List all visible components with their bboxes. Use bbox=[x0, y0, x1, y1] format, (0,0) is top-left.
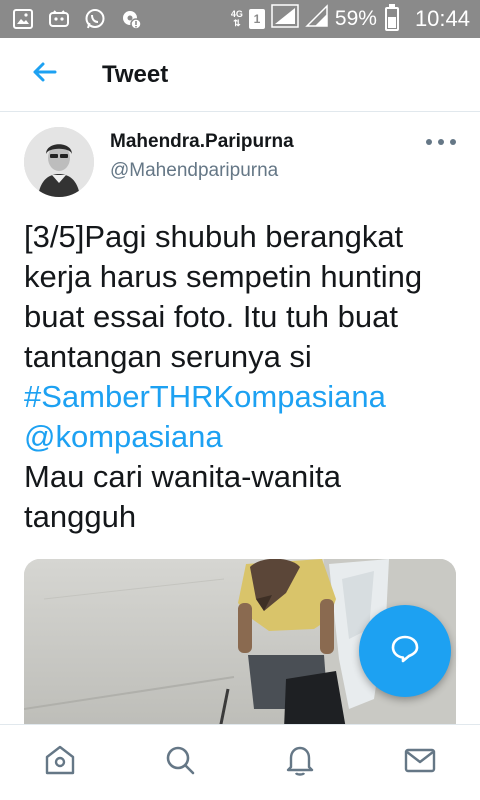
tweet-line: [3/5]Pagi shubuh berangkat bbox=[24, 219, 404, 254]
tweet-line: buat essai foto. Itu tuh buat bbox=[24, 299, 398, 334]
signal-icon bbox=[305, 4, 329, 34]
tweet-line: tangguh bbox=[24, 499, 137, 534]
avatar[interactable] bbox=[24, 127, 94, 197]
compose-reply-icon bbox=[390, 634, 420, 669]
nav-messages[interactable] bbox=[390, 733, 450, 793]
signal-icon bbox=[271, 4, 299, 34]
more-horizontal-icon bbox=[426, 139, 432, 145]
tweet-line: kerja harus sempetin hunting bbox=[24, 259, 423, 294]
battery-icon bbox=[384, 4, 399, 31]
more-horizontal-icon bbox=[438, 139, 444, 145]
whatsapp-icon bbox=[84, 8, 106, 30]
back-button[interactable] bbox=[0, 38, 88, 112]
arrow-left-icon bbox=[31, 61, 57, 88]
battery-percent: 59% bbox=[334, 7, 377, 30]
tweet-line: Mau cari wanita-wanita bbox=[24, 459, 342, 494]
settings-alert-icon bbox=[120, 8, 142, 30]
more-button[interactable] bbox=[426, 133, 456, 151]
nav-home[interactable] bbox=[30, 733, 90, 793]
home-icon bbox=[43, 743, 77, 782]
more-horizontal-icon bbox=[450, 139, 456, 145]
page-title: Tweet bbox=[102, 60, 169, 88]
compose-reply-button[interactable] bbox=[359, 605, 451, 697]
messages-icon bbox=[403, 743, 437, 782]
app-header: Tweet bbox=[0, 38, 480, 112]
sim-badge: 1 bbox=[248, 9, 265, 29]
author-display-name[interactable]: Mahendra.Paripurna bbox=[110, 131, 294, 153]
gallery-icon bbox=[12, 8, 34, 30]
network-type: 4G ⇅ bbox=[231, 10, 243, 28]
tweet-text: [3/5]Pagi shubuh berangkat kerja harus s… bbox=[24, 217, 464, 537]
clock: 10:44 bbox=[414, 6, 470, 31]
notifications-icon bbox=[283, 743, 317, 782]
mention-link[interactable]: @kompasiana bbox=[24, 417, 464, 457]
nav-search[interactable] bbox=[150, 733, 210, 793]
search-icon bbox=[163, 743, 197, 782]
hashtag-link[interactable]: #SamberTHRKompasiana bbox=[24, 377, 464, 417]
status-system-icons: 4G ⇅ 1 59% 10:44 bbox=[231, 4, 470, 34]
bottom-navigation bbox=[0, 724, 480, 800]
android-icon bbox=[48, 8, 70, 30]
tweet-author: Mahendra.Paripurna @Mahendparipurna bbox=[0, 113, 480, 201]
data-arrows-icon: ⇅ bbox=[233, 18, 241, 28]
battery-level bbox=[387, 17, 396, 28]
status-notification-icons bbox=[12, 8, 142, 30]
author-handle[interactable]: @Mahendparipurna bbox=[110, 160, 278, 182]
tweet: Mahendra.Paripurna @Mahendparipurna [3/5… bbox=[0, 113, 480, 534]
status-bar: 4G ⇅ 1 59% 10:44 bbox=[0, 0, 480, 38]
nav-notifications[interactable] bbox=[270, 733, 330, 793]
tweet-line: tantangan serunya si bbox=[24, 339, 312, 374]
